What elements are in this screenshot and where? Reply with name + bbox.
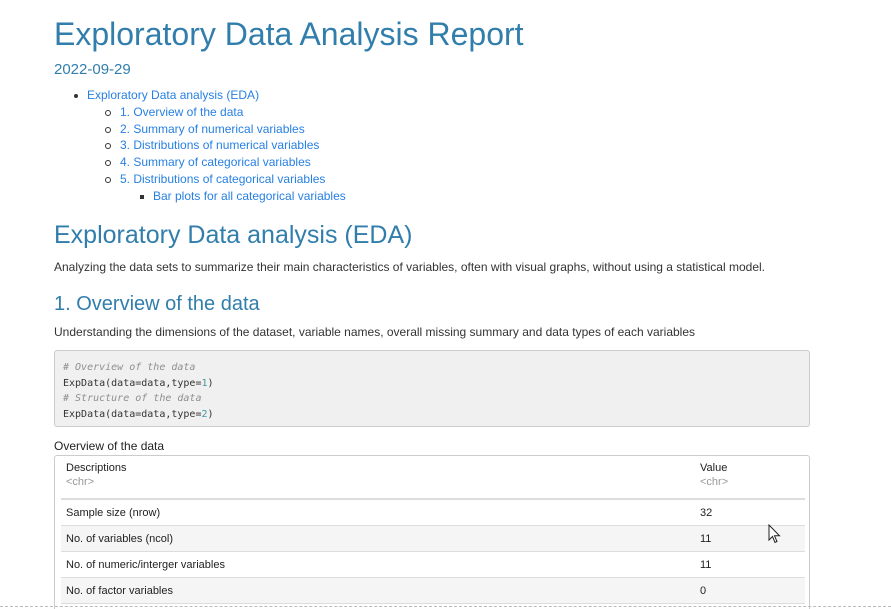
toc-link-summary-numerical[interactable]: 2. Summary of numerical variables xyxy=(120,122,305,136)
toc-item-bar-plots: Bar plots for all categorical variables xyxy=(54,188,346,205)
cell-value: 11 xyxy=(695,551,805,578)
cell-description: No. of numeric/interger variables xyxy=(61,551,695,578)
mouse-cursor-icon xyxy=(768,524,781,544)
code-line-comment-1: # Overview of the data xyxy=(63,362,196,373)
toc-link-eda[interactable]: Exploratory Data analysis (EDA) xyxy=(87,88,259,102)
toc-link-bar-plots[interactable]: Bar plots for all categorical variables xyxy=(153,189,346,203)
cell-description: No. of factor variables xyxy=(61,577,695,604)
cell-description: Sample size (nrow) xyxy=(61,499,695,526)
overview-description: Understanding the dimensions of the data… xyxy=(54,325,696,339)
cell-value: 32 xyxy=(695,499,805,526)
toc-item-distributions-numerical: 3. Distributions of numerical variables xyxy=(54,137,346,154)
toc-link-summary-categorical[interactable]: 4. Summary of categorical variables xyxy=(120,155,311,169)
eda-heading: Exploratory Data analysis (EDA) xyxy=(54,221,413,249)
report-date: 2022-09-29 xyxy=(54,61,131,78)
code-line-1: ExpData(data=data,type=1) xyxy=(63,377,214,389)
toc-link-distributions-numerical[interactable]: 3. Distributions of numerical variables xyxy=(120,138,319,152)
header-descriptions[interactable]: Descriptions <chr> xyxy=(61,456,695,500)
toc-item-summary-categorical: 4. Summary of categorical variables xyxy=(54,154,346,171)
table-of-contents: Exploratory Data analysis (EDA) 1. Overv… xyxy=(54,87,346,205)
toc-link-overview[interactable]: 1. Overview of the data xyxy=(120,105,243,119)
report-page: Exploratory Data Analysis Report 2022-09… xyxy=(0,0,891,609)
report-title: Exploratory Data Analysis Report xyxy=(54,16,524,52)
eda-description: Analyzing the data sets to summarize the… xyxy=(54,260,765,274)
header-value[interactable]: Value <chr> xyxy=(695,456,805,500)
code-line-comment-2: # Structure of the data xyxy=(63,393,202,404)
cell-description: No. of variables (ncol) xyxy=(61,525,695,552)
toc-item-distributions-categorical: 5. Distributions of categorical variable… xyxy=(54,171,346,188)
table-caption: Overview of the data xyxy=(54,439,165,453)
overview-heading: 1. Overview of the data xyxy=(54,293,260,315)
toc-link-distributions-categorical[interactable]: 5. Distributions of categorical variable… xyxy=(120,172,325,186)
page-break-divider xyxy=(0,606,891,607)
overview-table: Descriptions <chr> Value <chr> Sample si… xyxy=(61,456,805,604)
table-row: Sample size (nrow) 32 xyxy=(61,499,805,526)
toc-item-overview: 1. Overview of the data xyxy=(54,104,346,121)
table-row: No. of variables (ncol) 11 xyxy=(61,525,805,552)
cell-value: 11 xyxy=(695,525,805,552)
table-row: No. of numeric/interger variables 11 xyxy=(61,551,805,578)
cell-value: 0 xyxy=(695,577,805,604)
code-line-2: ExpData(data=data,type=2) xyxy=(63,408,214,420)
table-header-row: Descriptions <chr> Value <chr> xyxy=(61,456,805,500)
code-block[interactable]: # Overview of the data ExpData(data=data… xyxy=(54,350,810,427)
overview-table-container: Descriptions <chr> Value <chr> Sample si… xyxy=(54,455,810,609)
table-row: No. of factor variables 0 xyxy=(61,577,805,604)
toc-item-summary-numerical: 2. Summary of numerical variables xyxy=(54,121,346,138)
toc-item-eda: Exploratory Data analysis (EDA) xyxy=(54,87,346,104)
